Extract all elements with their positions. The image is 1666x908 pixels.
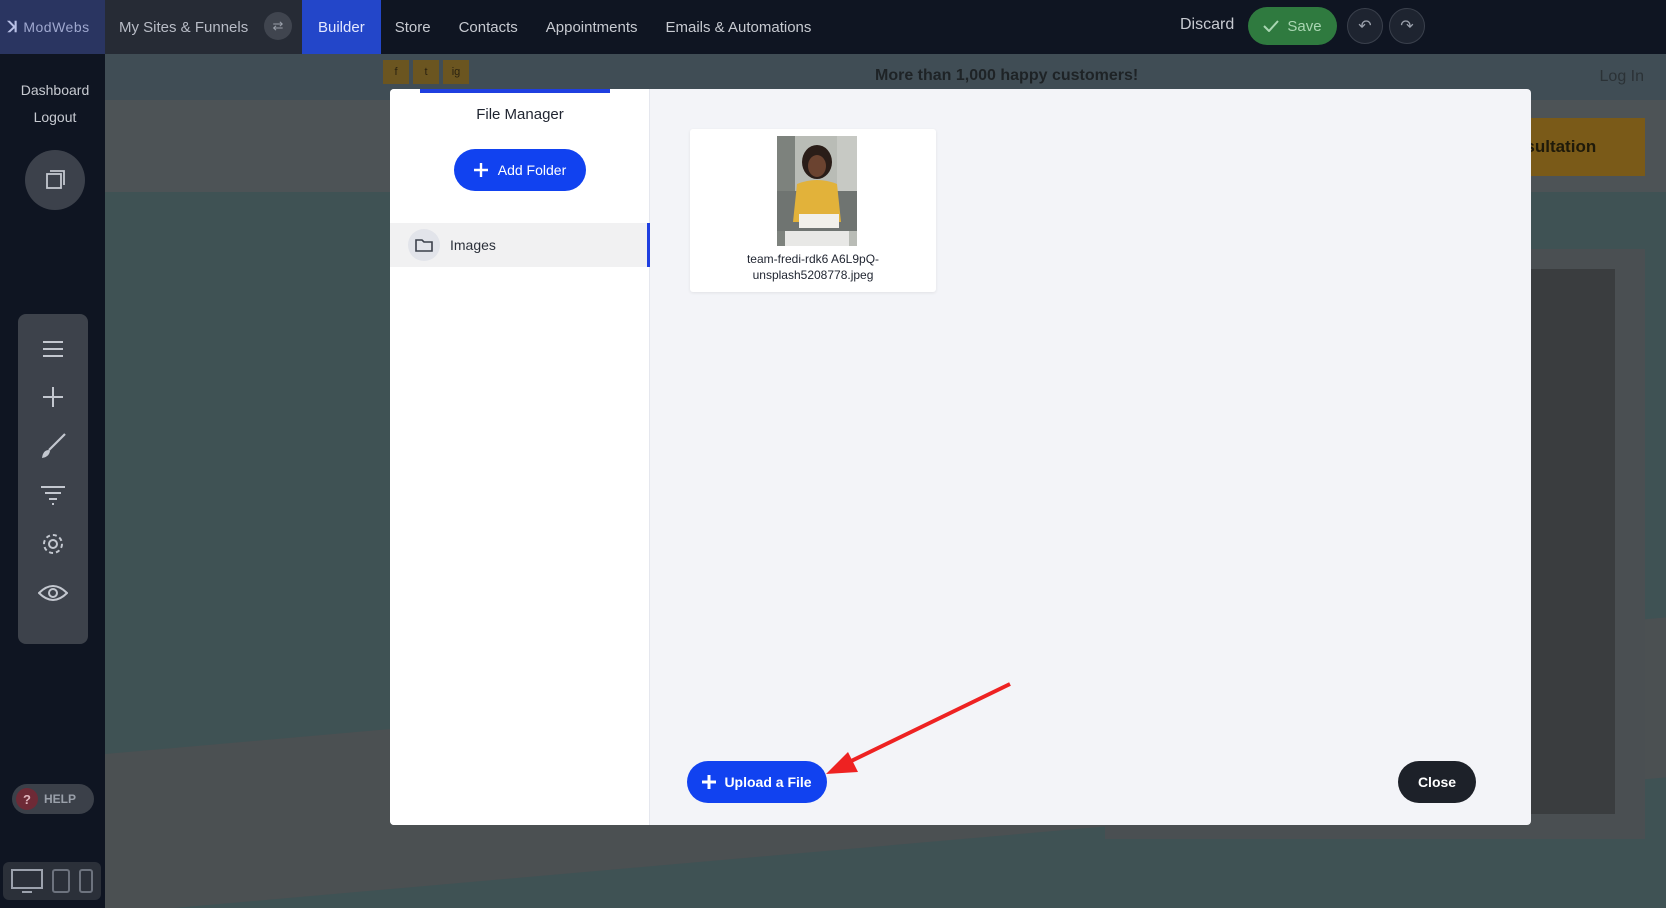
nav-emails-automations[interactable]: Emails & Automations	[652, 0, 826, 54]
save-button[interactable]: Save	[1248, 7, 1337, 45]
file-manager-title: File Manager	[476, 106, 564, 123]
add-folder-label: Add Folder	[497, 162, 567, 178]
brand-name: ModWebs	[23, 19, 90, 35]
tablet-icon[interactable]	[51, 868, 71, 894]
pages-icon	[46, 170, 65, 189]
gear-icon[interactable]	[18, 523, 88, 565]
help-button[interactable]: ? HELP	[12, 784, 94, 814]
folder-item-images[interactable]: Images	[390, 223, 650, 267]
my-sites-switcher[interactable]: My Sites & Funnels ⇄	[105, 0, 302, 54]
facebook-icon: f	[383, 60, 409, 84]
editor-toolbox	[18, 314, 88, 644]
logo-mark-icon: ꓘ	[8, 19, 19, 36]
upload-label: Upload a File	[724, 774, 812, 790]
main-nav: Builder Store Contacts Appointments Emai…	[302, 0, 825, 54]
file-thumbnail	[777, 136, 857, 246]
check-icon	[1263, 20, 1280, 32]
plus-icon[interactable]	[18, 376, 88, 418]
left-sidebar: Dashboard Logout ? HELP	[0, 54, 105, 908]
plus-icon	[473, 163, 488, 177]
file-manager-modal: File Manager Add Folder Images team-fred…	[390, 89, 1531, 825]
question-icon: ?	[16, 788, 38, 810]
nav-contacts[interactable]: Contacts	[445, 0, 532, 54]
upload-file-button[interactable]: Upload a File	[687, 761, 827, 803]
file-name: team-fredi-rdk6 A6L9pQ-unsplash5208778.j…	[746, 252, 880, 282]
folder-name: Images	[450, 237, 496, 253]
twitter-icon: t	[413, 60, 439, 84]
active-tab-indicator	[420, 89, 610, 93]
pages-button[interactable]	[25, 150, 85, 210]
help-label: HELP	[44, 792, 77, 806]
folder-icon	[408, 229, 440, 261]
file-manager-sidebar: File Manager Add Folder Images	[390, 89, 650, 825]
nav-appointments[interactable]: Appointments	[532, 0, 652, 54]
announcement-text: More than 1,000 happy customers!	[875, 67, 1139, 84]
menu-icon[interactable]	[18, 328, 88, 370]
nav-store[interactable]: Store	[381, 0, 445, 54]
sidebar-link-dashboard[interactable]: Dashboard	[0, 82, 110, 98]
filter-icon[interactable]	[18, 474, 88, 516]
redo-icon[interactable]: ↷	[1389, 8, 1425, 44]
login-link: Log In	[1599, 68, 1644, 85]
sites-label: My Sites & Funnels	[119, 18, 249, 36]
brush-icon[interactable]	[18, 425, 88, 467]
top-bar: ꓘ ModWebs My Sites & Funnels ⇄ Builder S…	[0, 0, 1666, 54]
device-switcher	[3, 862, 101, 900]
close-button[interactable]: Close	[1398, 761, 1476, 803]
add-folder-button[interactable]: Add Folder	[454, 149, 586, 191]
eye-icon[interactable]	[18, 572, 88, 614]
brand-logo[interactable]: ꓘ ModWebs	[0, 0, 105, 54]
phone-icon[interactable]	[78, 868, 94, 894]
swap-icon[interactable]: ⇄	[264, 12, 292, 40]
undo-icon[interactable]: ↶	[1347, 8, 1383, 44]
plus-icon	[702, 775, 717, 789]
file-card[interactable]: team-fredi-rdk6 A6L9pQ-unsplash5208778.j…	[690, 129, 936, 292]
save-label: Save	[1287, 17, 1322, 35]
nav-builder[interactable]: Builder	[302, 0, 381, 54]
sidebar-link-logout[interactable]: Logout	[0, 109, 110, 125]
instagram-icon: ig	[443, 60, 469, 84]
desktop-icon[interactable]	[10, 868, 44, 894]
discard-button[interactable]: Discard	[1180, 16, 1234, 34]
